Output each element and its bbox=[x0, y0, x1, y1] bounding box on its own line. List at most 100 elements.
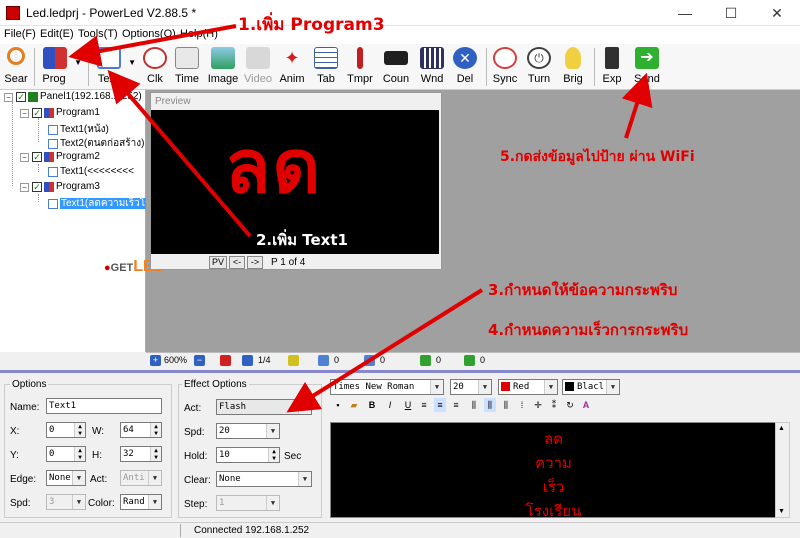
chevron-down-icon[interactable]: ▼ bbox=[544, 380, 557, 394]
font-size-select[interactable]: 20 ▼ bbox=[450, 379, 492, 395]
align-left-icon[interactable]: ≡ bbox=[418, 398, 430, 412]
spinner-icon[interactable]: ▲ ▼ bbox=[268, 448, 279, 462]
menu-tools[interactable]: Tools(T) bbox=[78, 28, 118, 40]
chevron-down-icon[interactable]: ▼ bbox=[72, 471, 85, 485]
counter-button[interactable]: Coun bbox=[378, 44, 414, 90]
effect-act-select[interactable]: Flash ▼ bbox=[216, 399, 312, 415]
time-button[interactable]: Time bbox=[172, 44, 202, 90]
align-icon[interactable] bbox=[364, 355, 375, 366]
tree-program2[interactable]: ✓ Program2 bbox=[32, 151, 100, 165]
align-center-icon[interactable]: ≡ bbox=[434, 398, 446, 412]
scroll-up-icon[interactable]: ▲ bbox=[778, 425, 785, 432]
sync-button[interactable]: Sync bbox=[490, 44, 520, 90]
chevron-down-icon[interactable]: ▼ bbox=[128, 58, 136, 67]
image-button[interactable]: Image bbox=[206, 44, 240, 90]
zoom-out-button[interactable]: − bbox=[194, 355, 205, 366]
spinner-icon[interactable]: ▲ ▼ bbox=[74, 423, 85, 437]
underline-icon[interactable]: U bbox=[402, 398, 414, 412]
h-field[interactable]: 32 ▲ ▼ bbox=[120, 446, 162, 462]
pv-button[interactable]: PV bbox=[209, 256, 227, 269]
text-editor[interactable]: ลด ความ เร็ว โรงเรียน bbox=[330, 422, 790, 518]
minimize-button[interactable]: — bbox=[662, 0, 708, 26]
move-icon[interactable]: ✛ bbox=[532, 398, 544, 412]
maximize-button[interactable]: ☐ bbox=[708, 0, 754, 26]
tree-p1-text1[interactable]: Text1(หน้ง) bbox=[46, 122, 109, 136]
tree-p3-text1[interactable]: Text1(ลดความเร็วโรง bbox=[46, 196, 157, 210]
x-field[interactable]: 0 ▲ ▼ bbox=[46, 422, 86, 438]
effect-spd-select[interactable]: 20 ▼ bbox=[216, 423, 280, 439]
font-select[interactable]: Times New Roman ▼ bbox=[330, 379, 444, 395]
first-page-button[interactable] bbox=[242, 355, 253, 366]
save-icon[interactable]: ▪ bbox=[332, 398, 344, 412]
turn-button[interactable]: ⏻ Turn bbox=[524, 44, 554, 90]
animation-button[interactable]: ✦ Anim bbox=[276, 44, 308, 90]
scroll-down-icon[interactable]: ▼ bbox=[778, 508, 785, 515]
align-icon[interactable] bbox=[318, 355, 329, 366]
checkbox[interactable]: ✓ bbox=[32, 151, 42, 162]
tree-p1-text2[interactable]: Text2(ตนตก่อสร้าง) bbox=[46, 136, 144, 150]
program-button[interactable]: Prog ▼ bbox=[38, 44, 84, 90]
clock-button[interactable]: Clk bbox=[140, 44, 170, 90]
chevron-down-icon[interactable]: ▼ bbox=[74, 58, 82, 67]
text-button[interactable]: Text ▼ bbox=[92, 44, 138, 90]
tree-p2-text1[interactable]: Text1(<<<<<<<< bbox=[46, 166, 134, 180]
table-button[interactable]: Tab bbox=[310, 44, 342, 90]
menu-file[interactable]: File(F) bbox=[4, 28, 36, 40]
editor-scrollbar[interactable]: ▲ ▼ bbox=[775, 422, 790, 518]
chevron-down-icon[interactable]: ▼ bbox=[266, 424, 279, 438]
tree-panel[interactable]: ✓ Panel1(192.168.1.252) bbox=[16, 91, 142, 105]
checkbox[interactable]: ✓ bbox=[32, 181, 42, 192]
brightness-button[interactable]: Brig bbox=[558, 44, 588, 90]
chevron-down-icon[interactable]: ▼ bbox=[606, 380, 619, 394]
expander[interactable]: − bbox=[20, 183, 29, 192]
close-button[interactable]: ✕ bbox=[754, 0, 800, 26]
valign-bottom-icon[interactable]: ⫼ bbox=[500, 398, 512, 412]
name-field[interactable]: Text1 bbox=[46, 398, 162, 414]
tree-program1[interactable]: ✓ Program1 bbox=[32, 107, 100, 121]
align-right-icon[interactable]: ≡ bbox=[450, 398, 462, 412]
chevron-down-icon[interactable]: ▼ bbox=[298, 472, 311, 486]
clear-select[interactable]: None ▼ bbox=[216, 471, 312, 487]
checkbox[interactable]: ✓ bbox=[32, 107, 42, 118]
bold-icon[interactable]: B bbox=[366, 398, 378, 412]
prev-page-button[interactable]: <- bbox=[229, 256, 245, 269]
edge-select[interactable]: None ▼ bbox=[46, 470, 86, 486]
move-icon[interactable] bbox=[420, 355, 431, 366]
line-spacing-icon[interactable]: ⁑ bbox=[548, 398, 560, 412]
chevron-down-icon[interactable]: ▼ bbox=[148, 495, 161, 509]
open-folder-icon[interactable]: ▰ bbox=[348, 398, 360, 412]
move-icon[interactable] bbox=[464, 355, 475, 366]
italic-icon[interactable]: I bbox=[384, 398, 396, 412]
panel-divider[interactable] bbox=[0, 370, 800, 373]
y-field[interactable]: 0 ▲ ▼ bbox=[46, 446, 86, 462]
expander[interactable]: − bbox=[4, 93, 13, 102]
menu-edit[interactable]: Edit(E) bbox=[40, 28, 74, 40]
spinner-icon[interactable]: ▲ ▼ bbox=[74, 447, 85, 461]
expander[interactable]: − bbox=[20, 153, 29, 162]
chevron-down-icon[interactable]: ▼ bbox=[298, 400, 311, 414]
chevron-down-icon[interactable]: ▼ bbox=[478, 380, 491, 394]
export-button[interactable]: Exp bbox=[598, 44, 626, 90]
chevron-down-icon[interactable]: ▼ bbox=[430, 380, 443, 394]
delete-button[interactable]: ✕ Del bbox=[450, 44, 480, 90]
spinner-icon[interactable]: ▲ ▼ bbox=[150, 423, 161, 437]
hold-field[interactable]: 10 ▲ ▼ bbox=[216, 447, 280, 463]
font-effect-icon[interactable]: A bbox=[580, 398, 592, 412]
play-button[interactable] bbox=[220, 355, 231, 366]
spinner-icon[interactable]: ▲ ▼ bbox=[150, 447, 161, 461]
w-field[interactable]: 64 ▲ ▼ bbox=[120, 422, 162, 438]
menu-options[interactable]: Options(O) bbox=[122, 28, 176, 40]
spacing-icon[interactable]: ⁞ bbox=[516, 398, 528, 412]
expander[interactable]: − bbox=[20, 109, 29, 118]
menu-help[interactable]: Help(H) bbox=[180, 28, 218, 40]
checkbox[interactable]: ✓ bbox=[16, 91, 26, 102]
text-color-select[interactable]: Red ▼ bbox=[498, 379, 558, 395]
search-button[interactable]: Sear bbox=[2, 44, 30, 90]
zoom-in-button[interactable]: + bbox=[150, 355, 161, 366]
color-select[interactable]: Rand ▼ bbox=[120, 494, 162, 510]
valign-middle-icon[interactable]: ⫼ bbox=[484, 398, 496, 412]
background-color-select[interactable]: Blacl ▼ bbox=[562, 379, 620, 395]
send-button[interactable]: ➔ Send bbox=[630, 44, 664, 90]
window-button[interactable]: Wnd bbox=[416, 44, 448, 90]
last-page-button[interactable] bbox=[288, 355, 299, 366]
